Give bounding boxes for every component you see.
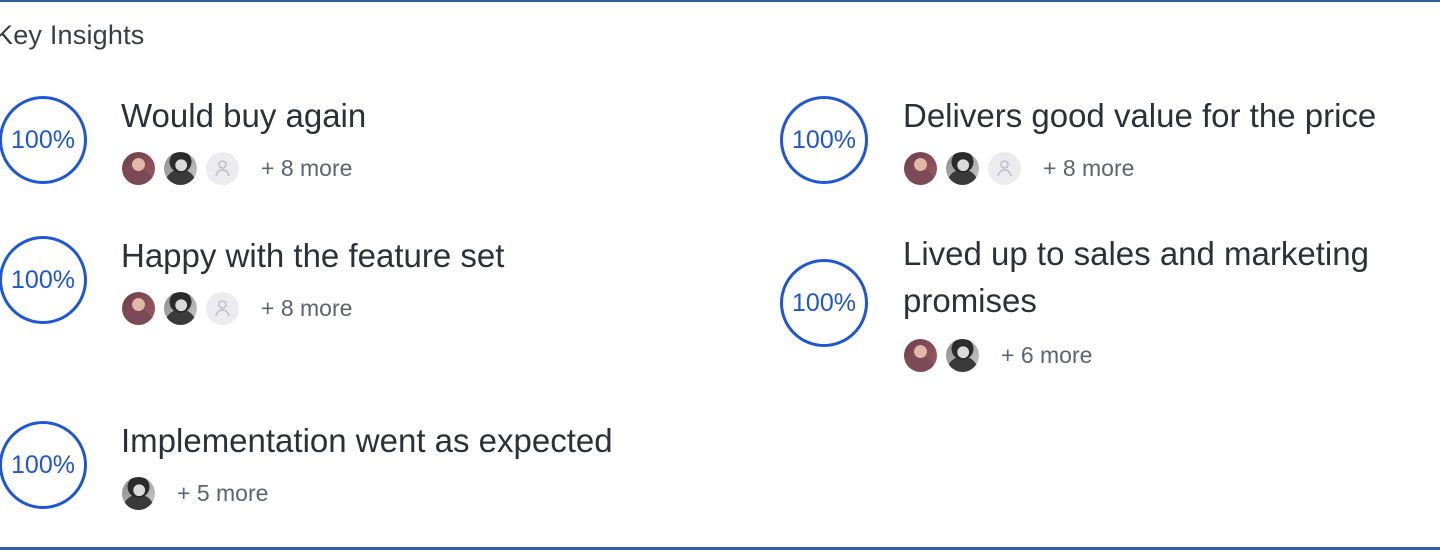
avatar[interactable] <box>946 151 979 185</box>
insight-label-line-2: promises <box>903 282 1037 319</box>
insight-label: Delivers good value for the price <box>903 97 1377 134</box>
insight-label: Implementation went as expected <box>121 422 613 459</box>
person-icon[interactable] <box>988 151 1021 185</box>
more-reviewers-link[interactable]: + 5 more <box>177 480 268 507</box>
avatar[interactable] <box>122 151 155 185</box>
avatar[interactable] <box>904 151 937 185</box>
reviewer-avatars: + 6 more <box>904 338 1092 372</box>
avatar[interactable] <box>946 338 979 372</box>
avatar[interactable] <box>164 151 197 185</box>
percent-ring: 100% <box>0 236 87 324</box>
insight-label-line-1: Lived up to sales and marketing <box>903 235 1369 272</box>
more-reviewers-link[interactable]: + 8 more <box>261 295 352 322</box>
avatar[interactable] <box>904 338 937 372</box>
reviewer-avatars: + 5 more <box>122 476 268 510</box>
insight-label: Would buy again <box>121 97 367 134</box>
percent-ring: 100% <box>780 96 868 184</box>
more-reviewers-link[interactable]: + 8 more <box>261 155 352 182</box>
percent-ring: 100% <box>0 421 87 509</box>
more-reviewers-link[interactable]: + 6 more <box>1001 342 1092 369</box>
more-reviewers-link[interactable]: + 8 more <box>1043 155 1134 182</box>
key-insights-panel: Key Insights 100% Would buy again + 8 mo… <box>0 0 1440 550</box>
percent-ring: 100% <box>780 259 868 347</box>
reviewer-avatars: + 8 more <box>904 151 1134 185</box>
person-icon[interactable] <box>206 151 239 185</box>
person-icon[interactable] <box>206 291 239 325</box>
reviewer-avatars: + 8 more <box>122 291 352 325</box>
avatar[interactable] <box>164 291 197 325</box>
insight-label: Happy with the feature set <box>121 237 505 274</box>
avatar[interactable] <box>122 291 155 325</box>
reviewer-avatars: + 8 more <box>122 151 352 185</box>
percent-ring: 100% <box>0 96 87 184</box>
avatar[interactable] <box>122 476 155 510</box>
section-title: Key Insights <box>0 20 145 50</box>
